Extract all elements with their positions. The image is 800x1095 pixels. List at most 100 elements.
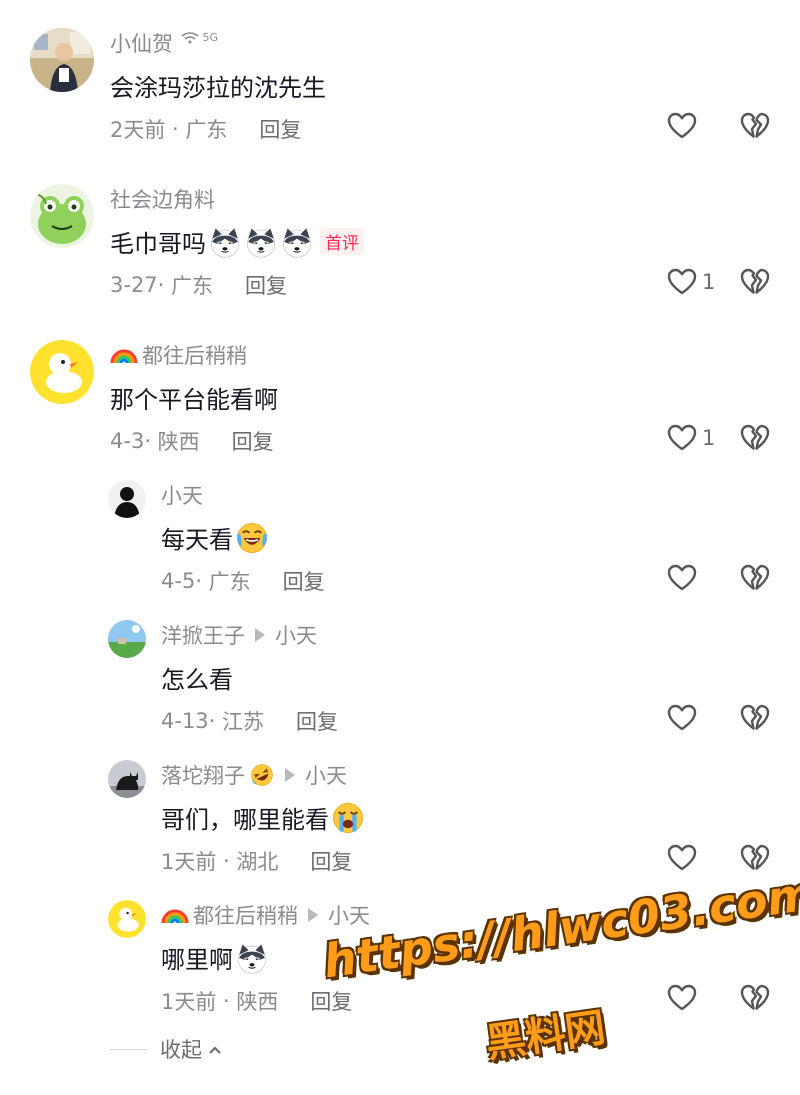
username[interactable]: 小天 — [161, 480, 203, 510]
cry-laugh-emoji-icon — [235, 521, 269, 555]
dislike-button[interactable] — [739, 266, 771, 302]
like-button[interactable]: 1 — [666, 422, 715, 454]
reply-button[interactable]: 回复 — [296, 706, 338, 736]
sob-emoji-icon — [331, 801, 365, 835]
username[interactable]: 都往后稍稍 — [193, 900, 298, 930]
meta-separator: · — [165, 117, 186, 141]
reply-button[interactable]: 回复 — [232, 426, 274, 456]
reply-arrow-icon — [285, 768, 295, 782]
dislike-button[interactable] — [739, 702, 771, 738]
meta-separator: · — [216, 989, 237, 1013]
username[interactable]: 都往后稍稍 — [142, 340, 247, 370]
rainbow-emoji-icon — [161, 901, 189, 929]
reply-button[interactable]: 回复 — [245, 270, 287, 300]
dislike-button[interactable] — [739, 110, 771, 146]
meta-separator: · — [216, 849, 237, 873]
meta-separator: · — [208, 709, 223, 733]
heart-outline-icon — [666, 266, 698, 298]
comment-text-content: 每天看 — [161, 526, 233, 554]
like-button[interactable] — [666, 982, 698, 1014]
avatar[interactable] — [30, 184, 94, 248]
comment-text[interactable]: 毛巾哥吗 首评 — [110, 224, 364, 259]
comment-meta: 1天前 · 湖北 回复 — [161, 846, 352, 876]
like-button[interactable] — [666, 110, 698, 142]
comment-time: 1天前 — [161, 850, 217, 874]
rainbow-emoji-icon — [110, 341, 138, 369]
reply-arrow-icon — [255, 628, 265, 642]
reply-button[interactable]: 回复 — [283, 566, 325, 596]
like-button[interactable] — [666, 842, 698, 874]
broken-heart-icon — [739, 842, 771, 874]
comment-location: 广东 — [208, 570, 251, 594]
reply-to-username[interactable]: 小天 — [305, 760, 347, 790]
username[interactable]: 社会边角料 — [110, 184, 215, 214]
username[interactable]: 落坨翔子 — [161, 760, 245, 790]
username[interactable]: 小仙贺 — [110, 28, 173, 58]
avatar[interactable] — [108, 760, 146, 798]
comment-location: 陕西 — [236, 990, 279, 1014]
comment-location: 广东 — [185, 118, 228, 142]
husky-emoji-icon — [280, 225, 314, 259]
comment-time: 2天前 — [110, 118, 166, 142]
comment-text[interactable]: 会涂玛莎拉的沈先生 — [110, 68, 326, 103]
broken-heart-icon — [739, 982, 771, 1014]
meta-separator: · — [144, 429, 158, 453]
comment-location: 湖北 — [236, 850, 279, 874]
dislike-button[interactable] — [739, 982, 771, 1018]
reply-button[interactable]: 回复 — [310, 846, 352, 876]
divider — [110, 1048, 148, 1050]
comment-time: 4-3 — [110, 429, 145, 453]
comment-meta: 1天前 · 陕西 回复 — [161, 986, 352, 1016]
comment-meta: 2天前 · 广东 回复 — [110, 114, 301, 144]
username-line: 洋掀王子 小天 — [161, 620, 317, 650]
reply-button[interactable]: 回复 — [259, 114, 301, 144]
avatar[interactable] — [30, 340, 94, 404]
dislike-button[interactable] — [739, 562, 771, 598]
rofl-emoji-icon — [249, 762, 275, 788]
like-button[interactable] — [666, 702, 698, 734]
username-line: 都往后稍稍 小天 — [161, 900, 370, 930]
comment-location: 江苏 — [222, 710, 265, 734]
reply-to-username[interactable]: 小天 — [275, 620, 317, 650]
comment-text[interactable]: 怎么看 — [161, 660, 233, 695]
comment-text-content: 哪里啊 — [161, 946, 233, 974]
heart-outline-icon — [666, 702, 698, 734]
husky-emoji-icon — [244, 225, 278, 259]
like-button[interactable] — [666, 562, 698, 594]
comment-meta: 4-13 · 江苏 回复 — [161, 706, 338, 736]
comment-item: 社会边角料 毛巾哥吗 首评 3-27 · 广东 回复 1 — [0, 184, 800, 304]
heart-outline-icon — [666, 982, 698, 1014]
like-button[interactable]: 1 — [666, 266, 715, 298]
avatar[interactable] — [30, 28, 94, 92]
broken-heart-icon — [739, 266, 771, 298]
avatar[interactable] — [108, 900, 146, 938]
broken-heart-icon — [739, 562, 771, 594]
comment-text[interactable]: 那个平台能看啊 — [110, 380, 278, 415]
avatar[interactable] — [108, 620, 146, 658]
comment-text-content: 怎么看 — [161, 666, 233, 694]
like-count: 1 — [702, 270, 716, 294]
collapse-label: 收起 — [160, 1038, 202, 1062]
comment-text[interactable]: 哪里啊 — [161, 940, 269, 975]
broken-heart-icon — [739, 110, 771, 142]
meta-separator: · — [157, 273, 172, 297]
comment-text[interactable]: 哥们，哪里能看 — [161, 800, 365, 835]
dislike-button[interactable] — [739, 842, 771, 878]
collapse-replies-button[interactable]: 收起 — [110, 1034, 222, 1064]
comment-item: 小仙贺 5G 会涂玛莎拉的沈先生 2天前 · 广东 回复 — [0, 28, 800, 148]
meta-separator: · — [195, 569, 209, 593]
reply-button[interactable]: 回复 — [310, 986, 352, 1016]
username-line: 都往后稍稍 — [110, 340, 247, 370]
comment-text[interactable]: 每天看 — [161, 520, 269, 555]
heart-outline-icon — [666, 562, 698, 594]
comment-meta: 4-3 · 陕西 回复 — [110, 426, 274, 456]
husky-emoji-icon — [235, 941, 269, 975]
heart-outline-icon — [666, 422, 698, 454]
username[interactable]: 洋掀王子 — [161, 620, 245, 650]
avatar[interactable] — [108, 480, 146, 518]
username-line: 社会边角料 — [110, 184, 215, 214]
username-line: 落坨翔子 小天 — [161, 760, 347, 790]
broken-heart-icon — [739, 422, 771, 454]
dislike-button[interactable] — [739, 422, 771, 458]
reply-to-username[interactable]: 小天 — [328, 900, 370, 930]
